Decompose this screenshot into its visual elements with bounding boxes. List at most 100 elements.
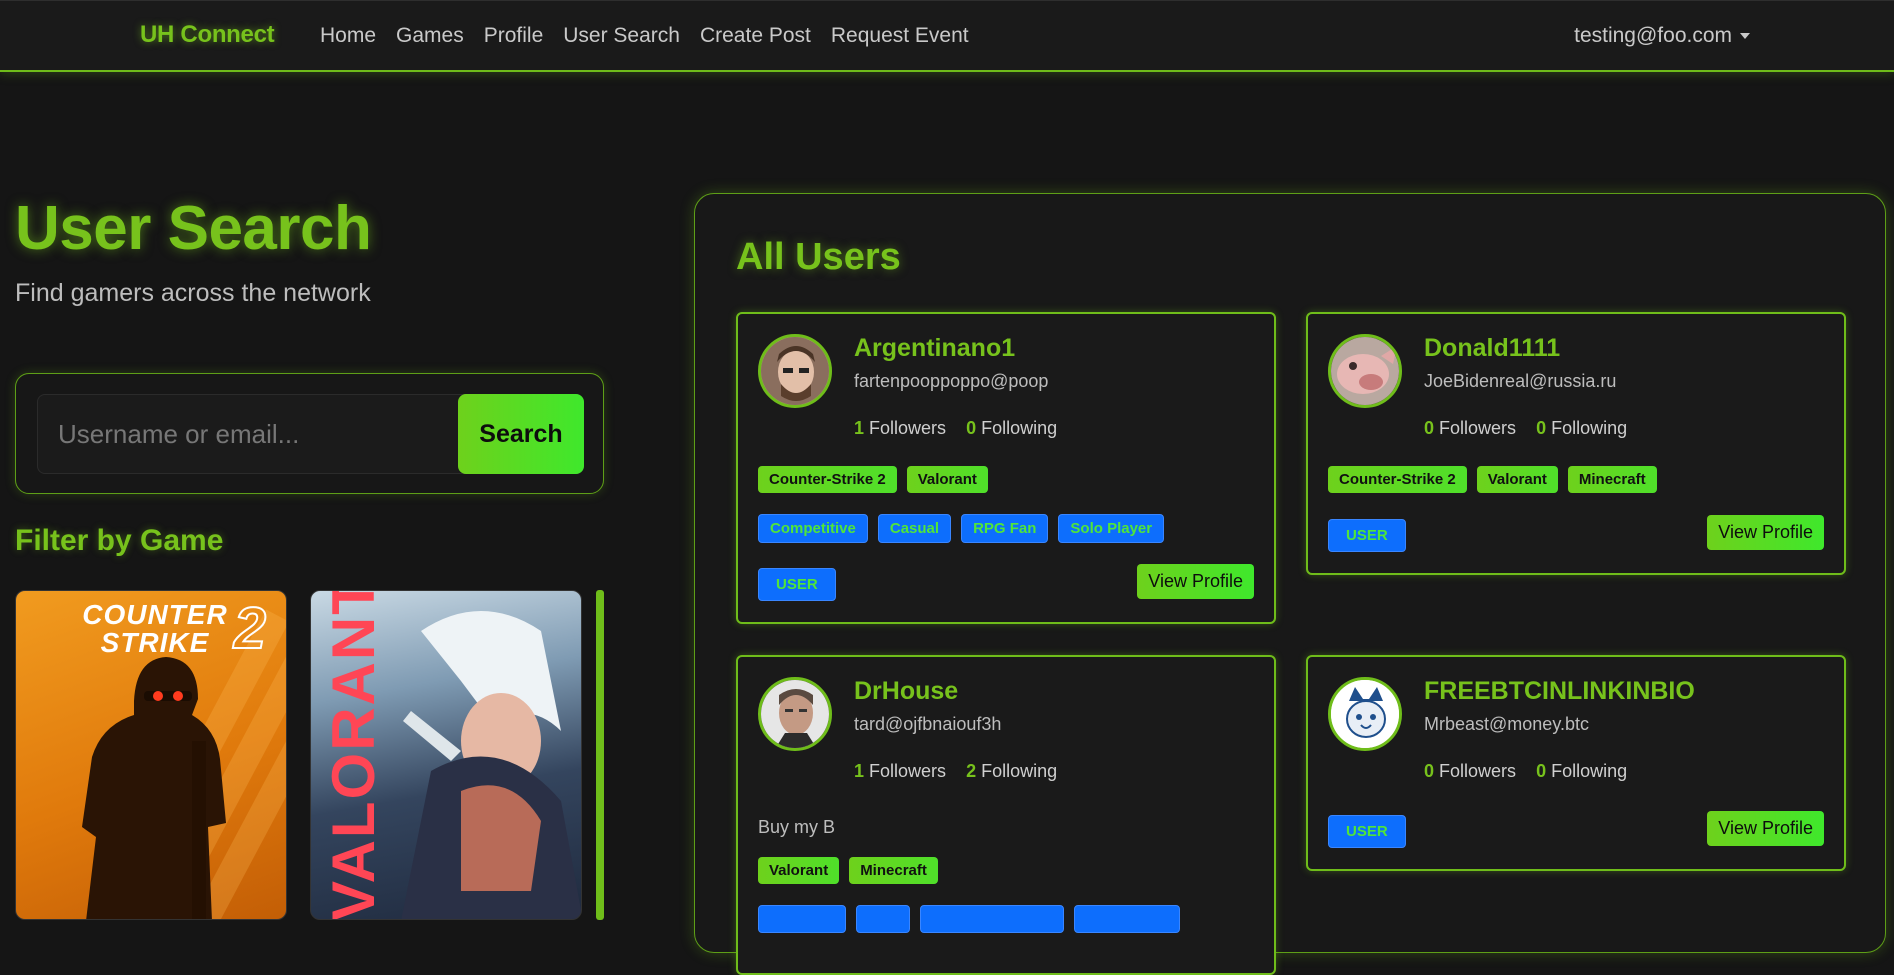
soldier-silhouette-icon [82,657,226,919]
followers-count: 1 [854,418,865,438]
game-tags: Counter-Strike 2 Valorant [758,466,988,493]
user-stats: 0 Followers 0 Following [1424,418,1627,439]
search-input[interactable] [37,394,474,474]
valorant-logo: VALORANT [320,590,387,920]
avatar-photo-icon [1331,337,1399,405]
game-tags: Counter-Strike 2 Valorant Minecraft [1328,466,1657,493]
user-email: fartenpooppoppo@poop [854,371,1049,391]
panel-title: All Users [736,236,901,278]
following-count: 0 [966,418,977,438]
nav-link-home[interactable]: Home [320,24,376,48]
view-profile-button[interactable]: View Profile [1707,515,1824,550]
user-card-donald1111: Donald1111 JoeBidenreal@russia.ru 0 Foll… [1306,312,1846,575]
style-tag [1074,905,1180,933]
following-stat[interactable]: 0 Following [1536,761,1627,782]
following-stat[interactable]: 0 Following [1536,418,1627,439]
game-tag: Minecraft [1567,466,1657,493]
style-tag [758,905,846,933]
all-users-panel: All Users Argentinano1 fartenpooppoppo@p… [694,193,1886,975]
game-card-counter-strike-2[interactable]: COUNTER STRIKE 2 [15,590,287,920]
followers-count: 0 [1424,761,1435,781]
user-stats: 1 Followers 0 Following [854,418,1057,439]
view-profile-button[interactable]: View Profile [1707,811,1824,846]
style-tags [758,905,1180,933]
user-stats: 0 Followers 0 Following [1424,761,1627,782]
nav-link-user-search[interactable]: User Search [563,24,680,48]
style-tags: Competitive Casual RPG Fan Solo Player [758,514,1165,543]
style-tag [920,905,1064,933]
user-card-freebtcinlinkinbio: FREEBTCINLINKINBIO Mrbeast@money.btc 0 F… [1306,655,1846,871]
game-tag: Valorant [758,857,840,884]
nav-link-create-post[interactable]: Create Post [700,24,811,48]
style-tag: Casual [877,514,952,543]
top-navbar: UH Connect Home Games Profile User Searc… [0,0,1894,72]
followers-stat[interactable]: 0 Followers [1424,418,1516,439]
username[interactable]: FREEBTCINLINKINBIO [1424,677,1695,706]
user-bio: Buy my B [758,817,836,837]
game-tag: Valorant [1476,466,1558,493]
following-count: 0 [1536,761,1547,781]
following-label: Following [981,761,1058,781]
avatar-photo-icon [761,337,829,405]
page-subtitle: Find gamers across the network [15,279,371,307]
following-stat[interactable]: 2 Following [966,761,1057,782]
avatar-photo-icon [1331,680,1399,748]
game-tags: Valorant Minecraft [758,857,938,884]
user-email: JoeBidenreal@russia.ru [1424,371,1617,391]
username[interactable]: Argentinano1 [854,334,1015,363]
followers-stat[interactable]: 1 Followers [854,418,946,439]
followers-stat[interactable]: 0 Followers [1424,761,1516,782]
caret-down-icon [1740,33,1750,39]
following-count: 2 [966,761,977,781]
user-stats: 1 Followers 2 Following [854,761,1057,782]
style-tag: Competitive [758,514,868,543]
nav-links: Home Games Profile User Search Create Po… [320,24,969,48]
style-tag [856,905,910,933]
game-tag: Counter-Strike 2 [1328,466,1467,493]
role-badge: USER [758,568,836,601]
following-label: Following [1551,761,1628,781]
view-profile-button[interactable]: View Profile [1137,564,1254,599]
search-button[interactable]: Search [458,394,584,474]
game-list-scrollbar[interactable] [596,590,604,920]
nav-link-profile[interactable]: Profile [484,24,544,48]
style-tag: Solo Player [1058,514,1165,543]
following-label: Following [981,418,1058,438]
followers-label: Followers [869,761,947,781]
followers-count: 1 [854,761,865,781]
followers-stat[interactable]: 1 Followers [854,761,946,782]
user-email: Mrbeast@money.btc [1424,714,1589,734]
filter-title: Filter by Game [15,524,224,557]
user-card-drhouse: DrHouse tard@ojfbnaiouf3h 1 Followers 2 … [736,655,1276,975]
user-menu-dropdown[interactable]: testing@foo.com [1574,24,1750,48]
following-count: 0 [1536,418,1547,438]
avatar[interactable] [1328,677,1402,751]
game-tag: Valorant [906,466,988,493]
followers-label: Followers [1439,761,1517,781]
username[interactable]: Donald1111 [1424,334,1560,363]
role-badge: USER [1328,815,1406,848]
following-label: Following [1551,418,1628,438]
game-tag: Minecraft [849,857,938,884]
brand-logo[interactable]: UH Connect [140,21,275,49]
avatar[interactable] [758,334,832,408]
game-tag: Counter-Strike 2 [758,466,897,493]
user-card-argentinano1: Argentinano1 fartenpooppoppo@poop 1 Foll… [736,312,1276,624]
avatar-photo-icon [761,680,829,748]
following-stat[interactable]: 0 Following [966,418,1057,439]
search-box: Search [15,373,604,494]
user-email: tard@ojfbnaiouf3h [854,714,1002,734]
followers-label: Followers [869,418,947,438]
nav-link-games[interactable]: Games [396,24,464,48]
nav-link-request-event[interactable]: Request Event [831,24,969,48]
avatar[interactable] [1328,334,1402,408]
page-title: User Search [15,194,372,263]
user-email: testing@foo.com [1574,24,1732,47]
role-badge: USER [1328,519,1406,552]
style-tag: RPG Fan [961,514,1049,543]
username[interactable]: DrHouse [854,677,958,706]
game-card-valorant[interactable]: VALORANT [310,590,582,920]
avatar[interactable] [758,677,832,751]
followers-count: 0 [1424,418,1435,438]
followers-label: Followers [1439,418,1517,438]
